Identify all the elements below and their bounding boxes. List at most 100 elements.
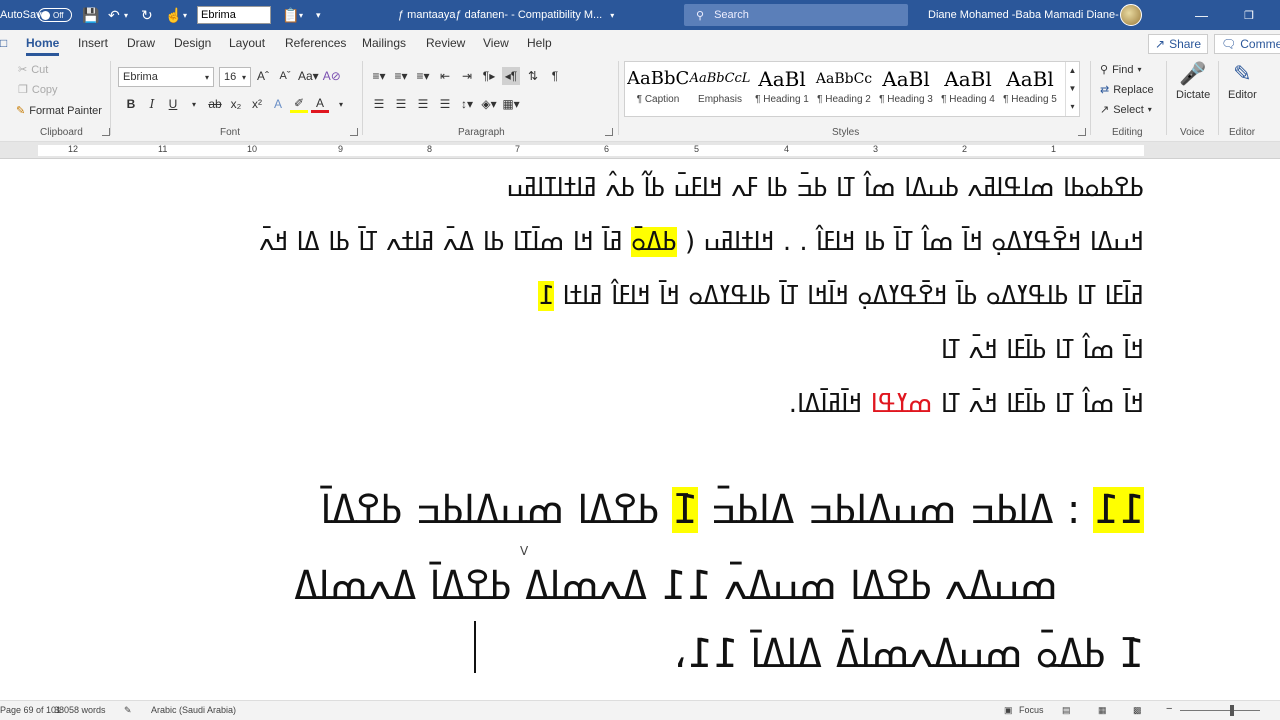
find-button[interactable]: ⚲ Find ▾ (1100, 63, 1141, 77)
style-caption[interactable]: AaBbC ¶ Caption (627, 64, 689, 114)
line-spacing-icon[interactable]: ↕▾ (458, 95, 476, 113)
zoom-slider[interactable] (1180, 710, 1260, 711)
tab-help[interactable]: Help (527, 36, 552, 50)
touch-dropdown-icon[interactable]: ▾ (183, 0, 187, 30)
quick-font-box[interactable]: Ebrima (197, 0, 271, 30)
paste-dropdown-icon[interactable]: ▾ (299, 0, 303, 30)
style-heading-3[interactable]: AaBl ¶ Heading 3 (875, 64, 937, 114)
bold-icon[interactable]: B (122, 95, 140, 113)
style-heading-5[interactable]: AaBl ¶ Heading 5 (999, 64, 1061, 114)
word-count[interactable]: 38058 words (54, 705, 106, 715)
borders-icon[interactable]: ▦▾ (502, 95, 520, 113)
tab-layout[interactable]: Layout (229, 36, 265, 50)
document-canvas[interactable]: ߕߐߕߋߕߊ ߘߊߟߊߥߍ ߕߎߡߊ ߘߊ߮ ߠߊ ߕߏ߫ ߕߊ ߓߍ ߞߊߓߎ… (0, 159, 1280, 700)
comments-button[interactable]: 🗨Comments (1214, 34, 1280, 54)
italic-icon[interactable]: I (143, 95, 161, 113)
zoom-thumb[interactable] (1230, 705, 1234, 716)
i-beam-icon: Ⅴ (520, 544, 529, 558)
copy-button[interactable]: ❐ Copy (18, 83, 58, 97)
style-emphasis[interactable]: AaBbCcL Emphasis (689, 64, 751, 114)
replace-button[interactable]: ⇄ Replace (1100, 83, 1154, 97)
minimize-icon[interactable]: — (1195, 0, 1208, 30)
save-icon[interactable]: 💾 (82, 0, 99, 30)
shading-icon[interactable]: ◈▾ (480, 95, 498, 113)
align-right-icon[interactable]: ☰ (414, 95, 432, 113)
clipboard-paste-icon[interactable]: 📋 (282, 0, 299, 30)
align-left-icon[interactable]: ☰ (370, 95, 388, 113)
focus-icon[interactable]: ▣ (1004, 705, 1013, 716)
customize-toolbar-icon[interactable]: ▾ (316, 0, 321, 30)
zoom-out-icon[interactable]: − (1166, 703, 1172, 715)
ruler[interactable]: 12 11 10 9 8 7 6 5 4 3 2 1 (0, 142, 1280, 159)
proofing-icon[interactable]: ✎ (124, 705, 132, 716)
styles-launcher[interactable] (1078, 128, 1086, 136)
subscript-icon[interactable]: x₂ (227, 95, 245, 113)
increase-indent-icon[interactable]: ⇥ (458, 67, 476, 85)
search-box[interactable]: ⚲ Search (684, 0, 908, 30)
font-color-icon[interactable]: A (311, 95, 329, 113)
multilevel-list-icon[interactable]: ≡▾ (414, 67, 432, 85)
tab-home[interactable]: Home (26, 36, 60, 56)
decrease-indent-icon[interactable]: ⇤ (436, 67, 454, 85)
font-launcher[interactable] (350, 128, 358, 136)
share-button[interactable]: ↗ Share (1148, 34, 1209, 54)
strikethrough-icon[interactable]: ab (206, 95, 224, 113)
font-name-combo[interactable]: Ebrima ▾ (118, 67, 214, 87)
text-effects-icon[interactable]: A (269, 95, 287, 113)
style-heading-2[interactable]: AaBbCc ¶ Heading 2 (813, 64, 875, 114)
style-heading-4[interactable]: AaBl ¶ Heading 4 (937, 64, 999, 114)
tab-insert[interactable]: Insert (78, 36, 108, 50)
language-indicator[interactable]: Arabic (Saudi Arabia) (151, 705, 236, 715)
tab-view[interactable]: View (483, 36, 509, 50)
clear-formatting-icon[interactable]: A⊘ (323, 67, 341, 85)
ltr-direction-icon[interactable]: ¶▸ (480, 67, 498, 85)
touch-mode-icon[interactable]: ☝ (165, 0, 182, 30)
redo-icon[interactable]: ↻ (141, 0, 153, 30)
bullets-icon[interactable]: ≡▾ (370, 67, 388, 85)
tab-review[interactable]: Review (426, 36, 465, 50)
rtl-direction-icon[interactable]: ◂¶ (502, 67, 520, 85)
shrink-font-icon[interactable]: Aˇ (276, 67, 294, 85)
cut-button[interactable]: ✂ Cut (18, 63, 48, 77)
page-count[interactable]: Page 69 of 101 (0, 705, 61, 715)
restore-icon[interactable]: ❐ (1244, 0, 1254, 30)
print-layout-icon[interactable]: ▦ (1098, 705, 1107, 716)
numbering-icon[interactable]: ≡▾ (392, 67, 410, 85)
font-size-combo[interactable]: 16 ▾ (219, 67, 251, 87)
superscript-icon[interactable]: x² (248, 95, 266, 113)
user-name[interactable]: Diane Mohamed -Baba Mamadi Diane- (928, 0, 1119, 30)
editor-button[interactable]: ✎ Editor (1228, 61, 1257, 101)
tab-mailings[interactable]: Mailings (362, 36, 406, 50)
undo-dropdown-icon[interactable]: ▾ (124, 0, 128, 30)
styles-scroll[interactable]: ▲ ▼ ▾ (1065, 62, 1079, 116)
avatar[interactable] (1120, 0, 1142, 30)
focus-button[interactable]: Focus (1019, 705, 1044, 715)
font-group-label: Font (220, 127, 241, 138)
align-center-icon[interactable]: ☰ (392, 95, 410, 113)
undo-icon[interactable]: ↶ (108, 0, 120, 30)
tab-draw[interactable]: Draw (127, 36, 155, 50)
paragraph-launcher[interactable] (605, 128, 613, 136)
read-mode-icon[interactable]: ▤ (1062, 705, 1071, 716)
styles-gallery: AaBbC ¶ Caption AaBbCcL Emphasis AaBl ¶ Hea… (624, 61, 1080, 117)
clipboard-launcher[interactable] (102, 128, 110, 136)
dictate-button[interactable]: 🎤 Dictate (1176, 61, 1210, 101)
justify-icon[interactable]: ☰ (436, 95, 454, 113)
sort-icon[interactable]: ⇅ (524, 67, 542, 85)
document-title[interactable]: ƒ mantaayaƒ dafanen- - Compatibility M..… (398, 0, 614, 30)
grow-font-icon[interactable]: Aˆ (254, 67, 272, 85)
underline-dropdown-icon[interactable]: ▾ (185, 95, 203, 113)
show-formatting-icon[interactable]: ¶ (546, 67, 564, 85)
highlight-icon[interactable]: ✐ (290, 95, 308, 113)
web-layout-icon[interactable]: ▩ (1133, 705, 1142, 716)
tab-design[interactable]: Design (174, 36, 211, 50)
change-case-icon[interactable]: Aa▾ (298, 67, 319, 85)
microphone-icon: 🎤 (1179, 61, 1207, 86)
format-painter-button[interactable]: ✎ Format Painter (16, 104, 102, 118)
underline-icon[interactable]: U (164, 95, 182, 113)
tab-references[interactable]: References (285, 36, 346, 50)
style-heading-1[interactable]: AaBl ¶ Heading 1 (751, 64, 813, 114)
autosave-toggle[interactable]: Off (38, 0, 72, 30)
select-button[interactable]: ↗ Select ▾ (1100, 103, 1152, 117)
font-color-dropdown-icon[interactable]: ▾ (332, 95, 350, 113)
